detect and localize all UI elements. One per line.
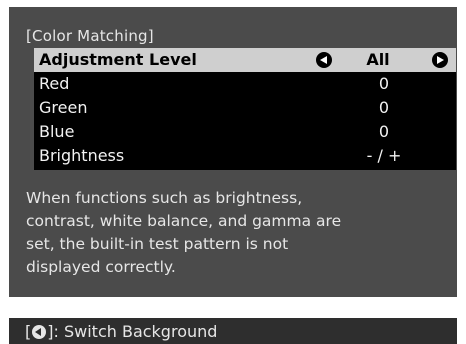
bracket-open: [ bbox=[25, 322, 32, 341]
menu-item-green[interactable]: Green 0 bbox=[34, 96, 456, 120]
left-arrow-icon[interactable] bbox=[316, 52, 332, 68]
menu-item-value: 0 bbox=[378, 122, 390, 141]
section-title: [Color Matching] bbox=[26, 27, 154, 45]
menu-item-label: Blue bbox=[39, 122, 75, 141]
menu-item-value: - / + bbox=[366, 146, 402, 165]
menu-item-label: Brightness bbox=[39, 146, 125, 165]
description-line: set, the built-in test pattern is not bbox=[26, 235, 289, 253]
menu-item-adjustment-level[interactable]: Adjustment Level All bbox=[34, 48, 456, 72]
menu-item-blue[interactable]: Blue 0 bbox=[34, 120, 456, 144]
right-arrow-icon[interactable] bbox=[432, 52, 448, 68]
menu-item-red[interactable]: Red 0 bbox=[34, 72, 456, 96]
menu-item-label: Red bbox=[39, 74, 70, 93]
description-line: When functions such as brightness, bbox=[26, 189, 303, 207]
switch-background-label: : Switch Background bbox=[53, 322, 218, 341]
color-matching-panel: [Color Matching] Adjustment Level All Re… bbox=[9, 7, 457, 297]
description-line: contrast, white balance, and gamma are bbox=[26, 212, 342, 230]
menu-item-label: Adjustment Level bbox=[39, 50, 197, 69]
adjustment-menu: Adjustment Level All Red 0 Green 0 Blue … bbox=[34, 48, 456, 170]
menu-item-value: 0 bbox=[378, 74, 390, 93]
menu-item-label: Green bbox=[39, 98, 88, 117]
description-line: displayed correctly. bbox=[26, 258, 176, 276]
description-text: When functions such as brightness, contr… bbox=[26, 187, 456, 279]
enter-icon bbox=[32, 324, 47, 339]
menu-item-value: 0 bbox=[378, 98, 390, 117]
footer-bar: []: Switch Background bbox=[9, 318, 457, 344]
menu-item-value: All bbox=[366, 50, 390, 69]
projector-menu-screen: [Color Matching] Adjustment Level All Re… bbox=[0, 0, 466, 344]
switch-background-hint: []: Switch Background bbox=[25, 321, 217, 341]
menu-item-brightness[interactable]: Brightness - / + bbox=[34, 144, 456, 168]
